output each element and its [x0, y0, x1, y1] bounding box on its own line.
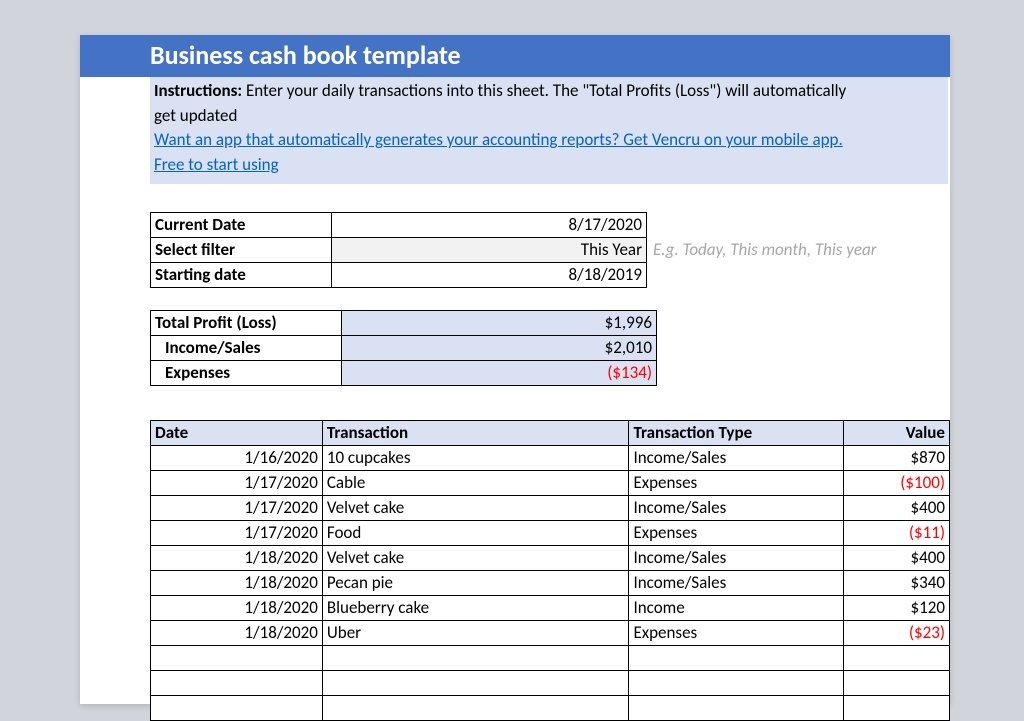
- cell-transaction[interactable]: [322, 645, 629, 670]
- cell-value[interactable]: $400: [843, 495, 949, 520]
- cell-date[interactable]: 1/17/2020: [151, 470, 323, 495]
- cell-transaction[interactable]: [322, 670, 629, 695]
- cell-transaction[interactable]: 10 cupcakes: [322, 445, 629, 470]
- summary-row-income: Income/Sales $2,010: [151, 335, 657, 360]
- table-row[interactable]: 1/17/2020FoodExpenses($11): [151, 520, 950, 545]
- cell-transaction[interactable]: Uber: [322, 620, 629, 645]
- cell-type[interactable]: Expenses: [629, 470, 844, 495]
- cell-type[interactable]: Expenses: [629, 520, 844, 545]
- select-filter-hint: E.g. Today, This month, This year: [653, 239, 877, 260]
- table-row[interactable]: 1/18/2020Velvet cakeIncome/Sales$400: [151, 545, 950, 570]
- cell-value[interactable]: $120: [843, 595, 949, 620]
- cell-type[interactable]: Expenses: [629, 620, 844, 645]
- table-row[interactable]: 1/16/202010 cupcakesIncome/Sales$870: [151, 445, 950, 470]
- cell-type[interactable]: Income: [629, 595, 844, 620]
- summary-table: Total Profit (Loss) $1,996 Income/Sales …: [150, 310, 657, 386]
- instructions-text-2: get updated: [154, 104, 944, 129]
- cell-date[interactable]: 1/18/2020: [151, 620, 323, 645]
- meta-row-select-filter: Select filter This Year: [151, 237, 647, 262]
- cell-value[interactable]: ($23): [843, 620, 949, 645]
- page-title: Business cash book template: [80, 35, 950, 77]
- starting-date-label: Starting date: [151, 262, 332, 287]
- cell-transaction[interactable]: Blueberry cake: [322, 595, 629, 620]
- meta-row-starting-date: Starting date 8/18/2019: [151, 262, 647, 287]
- meta-table: Current Date 8/17/2020 Select filter Thi…: [150, 212, 647, 288]
- transactions-header-row: Date Transaction Transaction Type Value: [151, 420, 950, 445]
- cell-value[interactable]: $400: [843, 545, 949, 570]
- instructions-label: Instructions:: [154, 80, 242, 101]
- cell-date[interactable]: 1/17/2020: [151, 495, 323, 520]
- starting-date-value[interactable]: 8/18/2019: [332, 262, 647, 287]
- header-date: Date: [151, 420, 323, 445]
- total-profit-value: $1,996: [342, 310, 657, 335]
- table-row-empty[interactable]: [151, 695, 950, 720]
- current-date-value[interactable]: 8/17/2020: [332, 212, 647, 237]
- income-value: $2,010: [342, 335, 657, 360]
- header-type: Transaction Type: [629, 420, 844, 445]
- cell-date[interactable]: 1/16/2020: [151, 445, 323, 470]
- total-profit-label: Total Profit (Loss): [151, 310, 342, 335]
- instructions-text-1: Enter your daily transactions into this …: [242, 80, 846, 101]
- cell-type[interactable]: [629, 645, 844, 670]
- cell-date[interactable]: 1/17/2020: [151, 520, 323, 545]
- cell-value[interactable]: ($100): [843, 470, 949, 495]
- header-value: Value: [843, 420, 949, 445]
- cell-type[interactable]: [629, 670, 844, 695]
- cell-transaction[interactable]: Pecan pie: [322, 570, 629, 595]
- table-row-empty[interactable]: [151, 670, 950, 695]
- header-transaction: Transaction: [322, 420, 629, 445]
- expenses-label: Expenses: [151, 360, 342, 385]
- select-filter-label: Select filter: [151, 237, 332, 262]
- cell-type[interactable]: Income/Sales: [629, 570, 844, 595]
- cell-value[interactable]: ($11): [843, 520, 949, 545]
- table-row[interactable]: 1/17/2020CableExpenses($100): [151, 470, 950, 495]
- select-filter-value[interactable]: This Year: [332, 237, 647, 262]
- current-date-label: Current Date: [151, 212, 332, 237]
- content-area: Current Date 8/17/2020 Select filter Thi…: [80, 184, 950, 721]
- cell-date[interactable]: [151, 645, 323, 670]
- promo-link-line1[interactable]: Want an app that automatically generates…: [154, 129, 843, 150]
- cell-value[interactable]: $870: [843, 445, 949, 470]
- summary-row-total: Total Profit (Loss) $1,996: [151, 310, 657, 335]
- cell-value[interactable]: [843, 670, 949, 695]
- table-row[interactable]: 1/18/2020UberExpenses($23): [151, 620, 950, 645]
- meta-row-current-date: Current Date 8/17/2020: [151, 212, 647, 237]
- table-row[interactable]: 1/17/2020Velvet cakeIncome/Sales$400: [151, 495, 950, 520]
- spreadsheet-sheet: Business cash book template Instructions…: [80, 35, 950, 704]
- promo-link-line2[interactable]: Free to start using: [154, 154, 279, 175]
- cell-transaction[interactable]: [322, 695, 629, 720]
- table-row[interactable]: 1/18/2020Blueberry cakeIncome$120: [151, 595, 950, 620]
- cell-transaction[interactable]: Velvet cake: [322, 545, 629, 570]
- cell-transaction[interactable]: Food: [322, 520, 629, 545]
- cell-date[interactable]: [151, 695, 323, 720]
- table-row-empty[interactable]: [151, 645, 950, 670]
- transactions-table: Date Transaction Transaction Type Value …: [150, 420, 950, 721]
- expenses-value: ($134): [342, 360, 657, 385]
- cell-date[interactable]: 1/18/2020: [151, 595, 323, 620]
- income-label: Income/Sales: [151, 335, 342, 360]
- cell-transaction[interactable]: Cable: [322, 470, 629, 495]
- instructions-box: Instructions: Enter your daily transacti…: [150, 77, 948, 184]
- cell-value[interactable]: [843, 695, 949, 720]
- cell-date[interactable]: 1/18/2020: [151, 545, 323, 570]
- cell-transaction[interactable]: Velvet cake: [322, 495, 629, 520]
- cell-value[interactable]: $340: [843, 570, 949, 595]
- cell-type[interactable]: Income/Sales: [629, 445, 844, 470]
- cell-date[interactable]: 1/18/2020: [151, 570, 323, 595]
- cell-date[interactable]: [151, 670, 323, 695]
- cell-value[interactable]: [843, 645, 949, 670]
- summary-row-expenses: Expenses ($134): [151, 360, 657, 385]
- cell-type[interactable]: Income/Sales: [629, 495, 844, 520]
- cell-type[interactable]: [629, 695, 844, 720]
- cell-type[interactable]: Income/Sales: [629, 545, 844, 570]
- table-row[interactable]: 1/18/2020Pecan pieIncome/Sales$340: [151, 570, 950, 595]
